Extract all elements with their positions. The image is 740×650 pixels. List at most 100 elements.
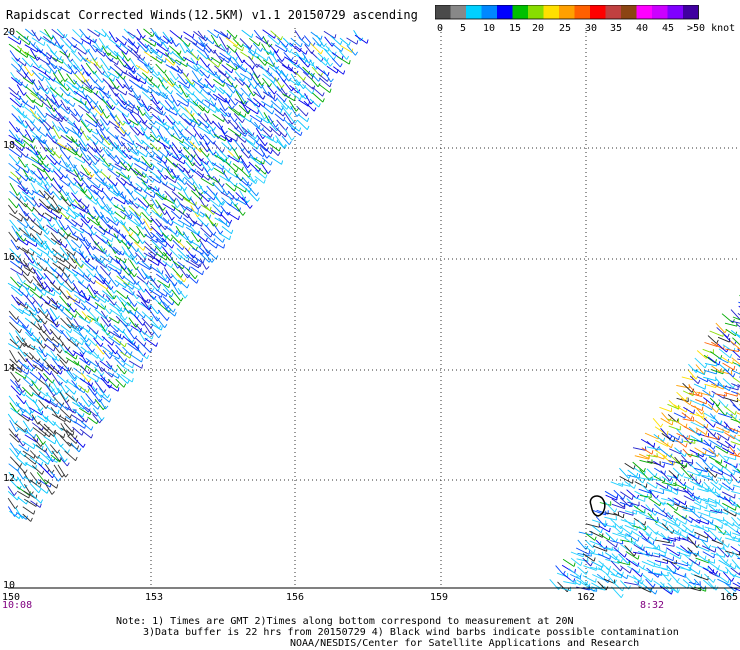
wind-barb <box>204 36 214 45</box>
wind-barb <box>74 70 78 75</box>
wind-barb <box>43 234 56 245</box>
wind-barb <box>119 250 122 255</box>
wind-barb <box>128 338 138 349</box>
wind-barb <box>44 449 53 463</box>
wind-barb <box>591 561 603 568</box>
wind-barb <box>695 398 707 405</box>
wind-barb <box>93 120 104 131</box>
wind-barb <box>80 127 89 141</box>
wind-barb <box>288 59 299 69</box>
wind-barb <box>58 337 69 351</box>
wind-barb <box>620 539 632 543</box>
wind-barb <box>81 86 92 93</box>
wind-barb <box>162 217 172 226</box>
wind-barb <box>183 278 187 283</box>
wind-barb <box>100 58 110 71</box>
wind-barb <box>136 171 140 176</box>
wind-barb <box>35 502 38 507</box>
wind-barb <box>106 136 110 140</box>
wind-barb <box>106 289 115 300</box>
wind-barb <box>120 191 124 196</box>
wind-barb <box>666 526 669 531</box>
wind-barb <box>32 79 36 84</box>
wind-barb <box>694 439 696 444</box>
wind-barb <box>341 47 344 52</box>
wind-barb <box>651 450 654 455</box>
wind-barb <box>162 92 173 104</box>
wind-barb <box>220 128 230 142</box>
wind-barb <box>139 286 142 291</box>
wind-barb <box>24 198 28 202</box>
wind-barb <box>570 573 581 580</box>
wind-barb <box>90 195 93 200</box>
wind-barb <box>128 310 132 314</box>
wind-barb <box>61 115 65 120</box>
wind-barb <box>688 435 690 440</box>
wind-barb <box>281 58 285 62</box>
wind-barb <box>263 179 266 184</box>
wind-barb <box>298 99 309 107</box>
wind-barb <box>48 168 51 173</box>
wind-barb <box>170 169 174 173</box>
wind-barb <box>284 112 293 125</box>
wind-barb <box>276 86 286 97</box>
wind-barb <box>113 295 117 300</box>
wind-barb <box>122 362 126 367</box>
wind-barb <box>50 217 52 222</box>
wind-barb <box>24 452 27 457</box>
wind-barb <box>661 572 670 582</box>
wind-barb <box>14 57 26 67</box>
wind-barb <box>26 241 29 246</box>
wind-barb <box>167 125 170 130</box>
wind-barb <box>170 146 181 160</box>
wind-barb <box>214 88 217 93</box>
wind-barb <box>77 143 81 147</box>
wind-barb <box>164 252 168 257</box>
wind-barb <box>144 227 153 239</box>
wind-barb <box>103 376 106 381</box>
wind-barb <box>38 72 50 81</box>
scale-swatch <box>543 5 559 19</box>
wind-barb <box>701 453 716 458</box>
wind-barb <box>241 166 244 171</box>
wind-barb <box>270 100 283 111</box>
wind-barb <box>693 383 706 390</box>
wind-barb <box>726 348 729 353</box>
wind-barb <box>87 143 97 153</box>
wind-barb <box>225 161 237 173</box>
wind-barb <box>663 463 665 468</box>
wind-barb <box>88 403 92 407</box>
wind-barb <box>137 121 140 126</box>
wind-barb <box>704 502 717 508</box>
wind-barb <box>36 276 45 290</box>
wind-barb <box>716 568 728 574</box>
wind-barb <box>157 302 170 313</box>
wind-barb <box>14 210 18 215</box>
wind-barb <box>92 106 102 116</box>
wind-barb <box>723 421 734 433</box>
wind-barb <box>724 432 735 440</box>
wind-barb <box>688 567 700 575</box>
wind-barb <box>100 245 108 258</box>
wind-barb <box>137 204 140 209</box>
wind-barb <box>688 363 697 374</box>
wind-barb <box>597 581 607 591</box>
wind-barb <box>26 53 29 58</box>
wind-barb <box>28 385 39 396</box>
wind-barb <box>94 391 98 396</box>
wind-barb <box>693 581 697 586</box>
wind-barb <box>727 578 730 583</box>
wind-barb <box>248 161 259 172</box>
wind-barb <box>688 549 690 554</box>
wind-barb <box>23 363 33 372</box>
wind-barb <box>108 175 111 180</box>
wind-barb <box>31 422 43 431</box>
wind-barb <box>121 301 130 314</box>
wind-barb <box>19 344 23 349</box>
wind-barb <box>110 104 114 109</box>
wind-barb <box>275 66 280 70</box>
wind-barb <box>270 30 282 41</box>
wind-barb <box>270 105 281 114</box>
wind-barb <box>191 168 203 179</box>
wind-barb <box>107 52 118 60</box>
